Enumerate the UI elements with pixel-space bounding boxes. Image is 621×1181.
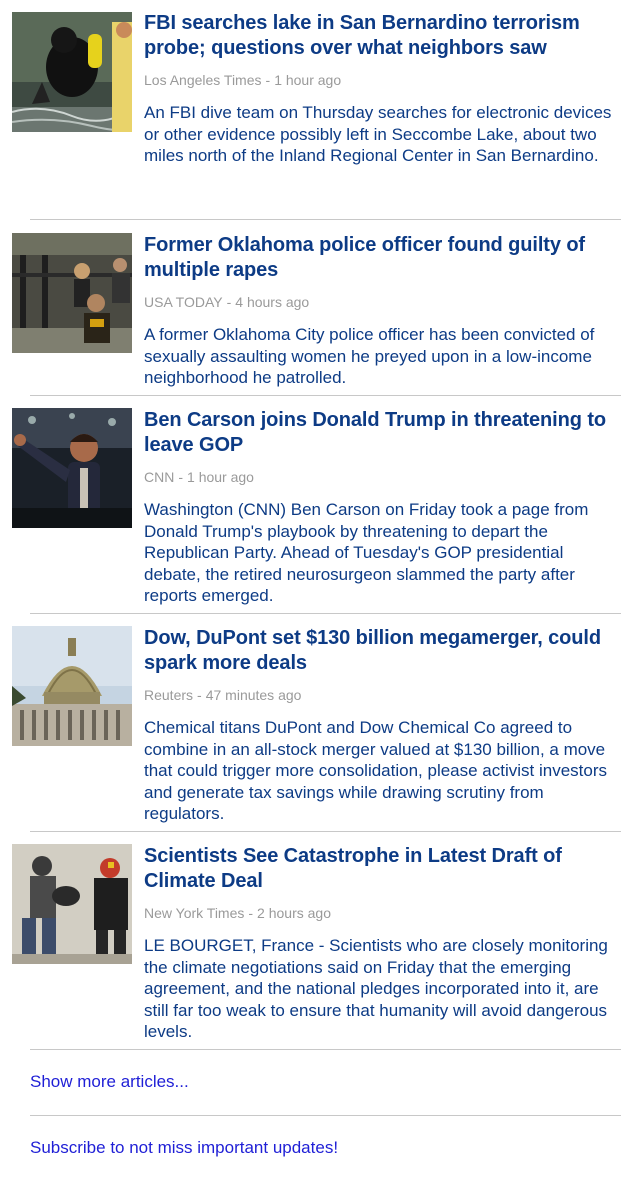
meta-separator: - xyxy=(178,469,184,485)
subscribe-link[interactable]: Subscribe to not miss important updates! xyxy=(30,1137,338,1159)
divider xyxy=(30,613,621,614)
article-headline[interactable]: Former Oklahoma police officer found gui… xyxy=(144,233,613,283)
street-mural-image xyxy=(12,844,132,964)
meta-separator: - xyxy=(226,294,232,310)
article-meta: USA TODAY -4 hours ago xyxy=(144,293,613,311)
article-headline[interactable]: Dow, DuPont set $130 billion megamerger,… xyxy=(144,626,613,676)
article-meta: Reuters -47 minutes ago xyxy=(144,686,613,704)
article-summary: A former Oklahoma City police officer ha… xyxy=(144,325,595,387)
article-meta: CNN -1 hour ago xyxy=(144,468,613,486)
article-source: Reuters xyxy=(144,687,194,703)
article-thumbnail-capitol[interactable] xyxy=(12,626,132,746)
diver-image xyxy=(12,12,132,132)
article-headline[interactable]: Scientists See Catastrophe in Latest Dra… xyxy=(144,844,613,894)
capitol-dome-image xyxy=(12,626,132,746)
divider xyxy=(30,1115,621,1116)
meta-separator: - xyxy=(248,905,254,921)
article-source: Los Angeles Times xyxy=(144,72,262,88)
divider xyxy=(30,395,621,396)
article-text: Former Oklahoma police officer found gui… xyxy=(144,233,613,389)
article-meta: New York Times -2 hours ago xyxy=(144,904,613,922)
divider xyxy=(30,831,621,832)
article-thumbnail-mural[interactable] xyxy=(12,844,132,964)
carson-image xyxy=(12,408,132,528)
article-source: New York Times xyxy=(144,905,245,921)
article-time: 1 hour ago xyxy=(274,72,342,88)
divider xyxy=(30,219,621,220)
article-time: 2 hours ago xyxy=(257,905,331,921)
article-time: 1 hour ago xyxy=(187,469,254,485)
article-text: Dow, DuPont set $130 billion megamerger,… xyxy=(144,626,613,825)
article-text: FBI searches lake in San Bernardino terr… xyxy=(144,11,613,167)
article-summary: Chemical titans DuPont and Dow Chemical … xyxy=(144,718,608,823)
article-thumbnail-police[interactable] xyxy=(12,233,132,353)
police-scene-image xyxy=(12,233,132,353)
article-text: Scientists See Catastrophe in Latest Dra… xyxy=(144,844,613,1043)
meta-separator: - xyxy=(265,72,271,88)
article-summary: An FBI dive team on Thursday searches fo… xyxy=(144,103,612,165)
article-thumbnail-carson[interactable] xyxy=(12,408,132,528)
article-time: 4 hours ago xyxy=(235,294,310,310)
article-headline[interactable]: Ben Carson joins Donald Trump in threate… xyxy=(144,408,613,458)
article-source: USA TODAY xyxy=(144,294,223,310)
article-text: Ben Carson joins Donald Trump in threate… xyxy=(144,408,613,607)
article-time: 47 minutes ago xyxy=(205,687,302,703)
meta-separator: - xyxy=(197,687,202,703)
article-thumbnail-diver[interactable] xyxy=(12,12,132,132)
article-meta: Los Angeles Times -1 hour ago xyxy=(144,71,613,89)
show-more-link[interactable]: Show more articles... xyxy=(30,1071,189,1093)
article-summary: Washington (CNN) Ben Carson on Friday to… xyxy=(144,500,589,605)
article-source: CNN xyxy=(144,469,175,485)
article-summary: LE BOURGET, France - Scientists who are … xyxy=(144,936,608,1041)
divider xyxy=(30,1049,621,1050)
article-headline[interactable]: FBI searches lake in San Bernardino terr… xyxy=(144,11,613,61)
